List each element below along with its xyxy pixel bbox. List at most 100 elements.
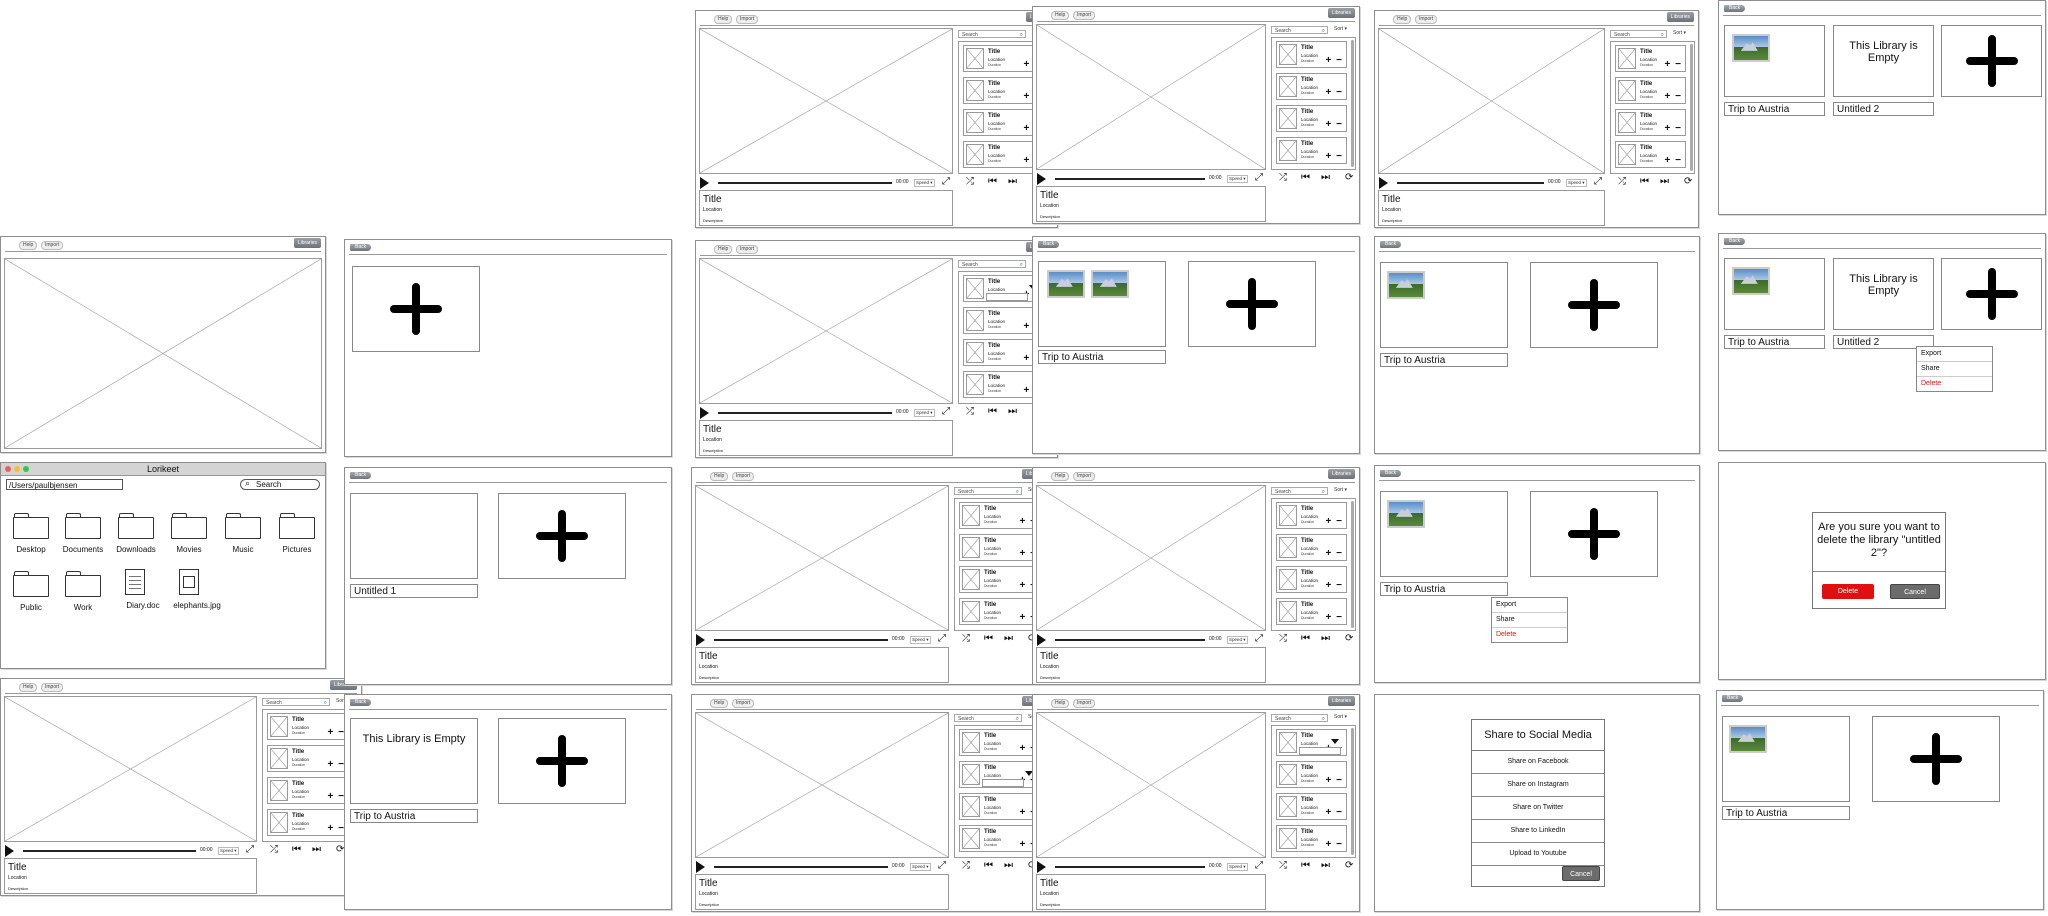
library-name-field[interactable]: Untitled 1 (350, 584, 478, 598)
seek-bar[interactable] (718, 182, 892, 184)
import-button[interactable]: Import (1073, 699, 1096, 708)
library-photo[interactable] (1729, 725, 1767, 753)
list-item[interactable]: TitleLocationDuration+ − (267, 713, 349, 740)
library-tile[interactable]: This Library is Empty (1833, 25, 1934, 97)
video-placeholder[interactable] (699, 28, 953, 174)
seek-bar[interactable] (1055, 866, 1205, 868)
next-icon[interactable]: ⏭ (1008, 176, 1017, 188)
add-remove-controls[interactable]: + − (1326, 119, 1343, 130)
speed-dropdown[interactable]: Speed ▾ (1566, 179, 1587, 187)
item-dropdown-caret[interactable] (1331, 739, 1339, 744)
next-icon[interactable]: ⏭ (1321, 860, 1330, 872)
next-icon[interactable]: ⏭ (1321, 172, 1330, 184)
add-library-tile[interactable] (1872, 716, 2000, 802)
list-item[interactable]: TitleLocationDuration+ − (1276, 825, 1347, 852)
repeat-icon[interactable]: ⟳ (1345, 860, 1353, 872)
add-remove-controls[interactable]: + − (1665, 155, 1682, 166)
list-item[interactable]: TitleLocationDuration+ − (1276, 137, 1347, 164)
seek-bar[interactable] (718, 412, 892, 414)
video-placeholder[interactable] (1036, 24, 1266, 170)
path-field[interactable]: /Users/paulbjensen (6, 479, 123, 490)
add-remove-controls[interactable]: + − (1326, 775, 1343, 786)
menu-delete[interactable]: Delete (1917, 377, 1992, 391)
menu-export[interactable]: Export (1917, 347, 1992, 362)
add-remove-controls[interactable]: + − (1326, 55, 1343, 66)
help-button[interactable]: Help (1051, 699, 1070, 708)
next-icon[interactable]: ⏭ (1321, 633, 1330, 645)
speed-dropdown[interactable]: Speed ▾ (910, 636, 931, 644)
menu-export[interactable]: Export (1492, 598, 1567, 613)
library-name-field[interactable]: Trip to Austria (1380, 582, 1508, 596)
video-placeholder[interactable] (1036, 712, 1266, 858)
back-button[interactable]: Back (350, 699, 372, 706)
video-placeholder[interactable] (4, 258, 322, 449)
list-item[interactable]: TitleLocationDuration+ − (1615, 77, 1686, 104)
play-button[interactable] (700, 177, 709, 189)
add-library-tile[interactable] (1941, 258, 2042, 330)
cancel-button[interactable]: Cancel (1890, 584, 1940, 599)
previous-icon[interactable]: ⏮ (292, 844, 301, 856)
folder-icon[interactable] (13, 571, 49, 597)
sort-dropdown[interactable]: Sort ▾ (1334, 487, 1347, 493)
speed-dropdown[interactable]: Speed ▾ (1227, 636, 1248, 644)
video-placeholder[interactable] (695, 712, 949, 858)
play-button[interactable] (1037, 634, 1046, 646)
previous-icon[interactable]: ⏮ (1301, 172, 1310, 184)
libraries-button[interactable]: Libraries (1327, 8, 1355, 18)
library-name-field[interactable]: Trip to Austria (1724, 335, 1825, 349)
library-photo[interactable] (1047, 270, 1085, 298)
previous-icon[interactable]: ⏮ (988, 176, 997, 188)
menu-share[interactable]: Share (1917, 362, 1992, 377)
sort-dropdown[interactable]: Sort ▾ (1673, 30, 1686, 36)
delete-button[interactable]: Delete (1822, 584, 1874, 599)
help-button[interactable]: Help (710, 699, 729, 708)
fullscreen-icon[interactable]: ⤢ (1255, 860, 1263, 872)
library-name-field[interactable]: Trip to Austria (1038, 350, 1166, 364)
list-item[interactable]: TitleLocationDuration+ − (1615, 45, 1686, 72)
previous-icon[interactable]: ⏮ (1640, 176, 1649, 188)
fullscreen-icon[interactable]: ⤢ (942, 176, 950, 188)
search-input[interactable]: Search ⌕ (1271, 26, 1328, 34)
add-library-tile[interactable] (498, 718, 626, 804)
list-item[interactable]: TitleLocationDuration+ − (267, 777, 349, 804)
next-icon[interactable]: ⏭ (312, 844, 321, 856)
list-item[interactable]: TitleLocationDuration+ − (267, 745, 349, 772)
next-icon[interactable]: ⏭ (1004, 633, 1013, 645)
add-library-tile[interactable] (498, 493, 626, 579)
list-item[interactable]: TitleLocationDuration+ − (1276, 598, 1347, 625)
folder-icon[interactable] (118, 513, 154, 539)
libraries-button[interactable]: Libraries (1327, 469, 1355, 479)
share-option[interactable]: Share on Instagram (1472, 774, 1604, 797)
speed-dropdown[interactable]: Speed ▾ (218, 847, 239, 855)
repeat-icon[interactable]: ⟳ (1345, 633, 1353, 645)
back-button[interactable]: Back (350, 244, 372, 251)
video-placeholder[interactable] (695, 485, 949, 631)
list-item[interactable]: TitleLocationDuration+ − (959, 793, 1041, 820)
folder-icon[interactable] (65, 571, 101, 597)
seek-bar[interactable] (1397, 182, 1544, 184)
library-name-field[interactable]: Trip to Austria (1722, 806, 1850, 820)
list-item[interactable]: TitleLocationDuration+ − (1615, 141, 1686, 168)
add-remove-controls[interactable]: + − (1665, 59, 1682, 70)
library-name-field[interactable]: Untitled 2 (1833, 102, 1934, 116)
back-button[interactable]: Back (1380, 241, 1402, 248)
library-tile[interactable]: This Library is Empty (350, 718, 478, 804)
libraries-button[interactable]: Libraries (293, 238, 321, 248)
back-button[interactable]: Back (1380, 470, 1402, 477)
zoom-window-button[interactable] (23, 466, 29, 472)
back-button[interactable]: Back (1038, 241, 1060, 248)
play-button[interactable] (1037, 173, 1046, 185)
folder-icon[interactable] (279, 513, 315, 539)
search-input[interactable]: Search ⌕ (1610, 30, 1667, 38)
add-library-tile[interactable] (1941, 25, 2042, 97)
speed-dropdown[interactable]: Speed ▾ (1227, 175, 1248, 183)
add-remove-controls[interactable]: + − (1326, 839, 1343, 850)
previous-icon[interactable]: ⏮ (988, 406, 997, 418)
library-photo[interactable] (1387, 271, 1425, 299)
speed-dropdown[interactable]: Speed ▾ (914, 179, 935, 187)
import-button[interactable]: Import (732, 699, 755, 708)
list-item[interactable]: TitleLocationDuration+ − (1276, 761, 1347, 788)
play-button[interactable] (696, 861, 705, 873)
video-placeholder[interactable] (699, 258, 953, 404)
shuffle-icon[interactable]: ⤮ (1618, 176, 1626, 188)
